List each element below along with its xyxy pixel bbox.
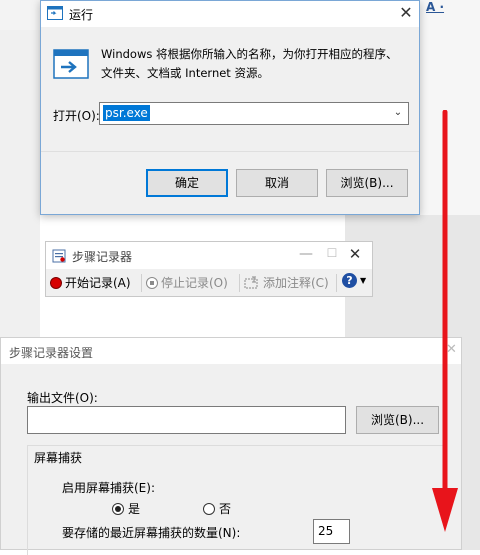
psr-app-icon bbox=[52, 249, 66, 263]
run-program-icon bbox=[53, 49, 89, 79]
record-icon bbox=[50, 276, 62, 289]
radio-no-label: 否 bbox=[219, 502, 232, 516]
description-line: Windows 将根据你所输入的名称，为你打开相应的程序、 bbox=[101, 47, 398, 61]
dropdown-arrow-icon: ▼ bbox=[360, 276, 367, 285]
radio-selected-icon bbox=[112, 502, 124, 515]
capture-count-input[interactable]: 25 bbox=[313, 519, 350, 544]
ok-button[interactable]: 确定 bbox=[146, 169, 228, 197]
toolbar-separator bbox=[141, 274, 142, 292]
minimize-icon[interactable]: — bbox=[298, 246, 314, 264]
toolbar-separator bbox=[336, 274, 337, 292]
radio-yes[interactable]: 是 bbox=[112, 500, 140, 517]
open-combobox[interactable]: psr.exe ⌄ bbox=[99, 102, 409, 125]
open-input-value[interactable]: psr.exe bbox=[103, 105, 150, 121]
radio-unselected-icon bbox=[203, 502, 215, 515]
close-icon[interactable]: ✕ bbox=[396, 3, 416, 23]
cancel-button[interactable]: 取消 bbox=[236, 169, 318, 197]
font-color-button[interactable]: A · bbox=[426, 0, 480, 16]
run-description: Windows 将根据你所输入的名称，为你打开相应的程序、 文件夹、文档或 In… bbox=[101, 45, 401, 83]
output-file-input[interactable] bbox=[27, 406, 346, 434]
add-comment-button[interactable]: 添加注释(C) bbox=[244, 274, 329, 291]
capture-count-label: 要存储的最近屏幕捕获的数量(N): bbox=[62, 526, 241, 540]
red-arrow-annotation bbox=[432, 110, 458, 532]
run-titlebar[interactable]: 运行 ✕ bbox=[41, 1, 419, 27]
open-label: 打开(O): bbox=[53, 109, 100, 123]
close-icon[interactable]: ✕ bbox=[346, 245, 364, 265]
stop-recording-label: 停止记录(O) bbox=[161, 276, 228, 290]
maximize-icon[interactable]: ☐ bbox=[324, 246, 340, 264]
radio-yes-label: 是 bbox=[128, 502, 141, 516]
start-recording-label: 开始记录(A) bbox=[65, 276, 131, 290]
radio-no[interactable]: 否 bbox=[203, 500, 231, 517]
psr-window: 步骤记录器 — ☐ ✕ 开始记录(A) 停止记录(O) 添加注释(C) ? ▼ bbox=[45, 241, 373, 297]
settings-title: 步骤记录器设置 bbox=[9, 346, 94, 360]
toolbar-separator bbox=[239, 274, 240, 292]
help-button[interactable]: ? ▼ bbox=[342, 273, 366, 288]
run-app-icon bbox=[47, 6, 63, 20]
browse-button[interactable]: 浏览(B)... bbox=[356, 406, 439, 434]
start-recording-button[interactable]: 开始记录(A) bbox=[50, 274, 131, 291]
description-line: 文件夹、文档或 Internet 资源。 bbox=[101, 66, 269, 80]
settings-titlebar[interactable]: 步骤记录器设置 ✕ bbox=[1, 338, 461, 364]
run-dialog: 运行 ✕ Windows 将根据你所输入的名称，为你打开相应的程序、 文件夹、文… bbox=[40, 0, 420, 215]
screen-capture-title: 屏幕捕获 bbox=[34, 451, 83, 465]
output-file-label: 输出文件(O): bbox=[27, 391, 98, 405]
comment-icon bbox=[244, 276, 258, 288]
enable-capture-label: 启用屏幕捕获(E): bbox=[62, 481, 155, 495]
help-icon: ? bbox=[342, 273, 357, 288]
stop-icon bbox=[146, 276, 158, 289]
psr-toolbar: 开始记录(A) 停止记录(O) 添加注释(C) ? ▼ bbox=[46, 270, 372, 296]
add-comment-label: 添加注释(C) bbox=[263, 276, 329, 290]
run-title: 运行 bbox=[69, 8, 94, 22]
psr-title: 步骤记录器 bbox=[72, 250, 133, 264]
stop-recording-button[interactable]: 停止记录(O) bbox=[146, 274, 228, 291]
chevron-down-icon[interactable]: ⌄ bbox=[390, 105, 406, 121]
browse-button[interactable]: 浏览(B)... bbox=[326, 169, 408, 197]
psr-titlebar[interactable]: 步骤记录器 — ☐ ✕ bbox=[46, 242, 372, 269]
